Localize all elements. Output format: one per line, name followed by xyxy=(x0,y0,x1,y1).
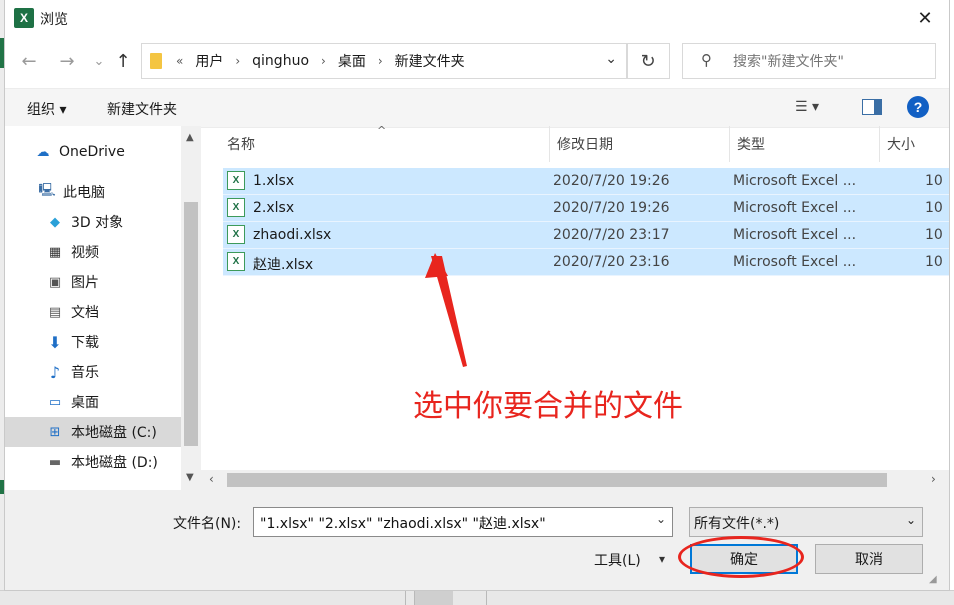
file-type-filter-value: 所有文件(*.*) xyxy=(694,516,780,532)
chevron-right-icon[interactable]: › xyxy=(931,472,936,486)
background-cell xyxy=(405,591,406,605)
hscroll-thumb[interactable] xyxy=(227,473,887,487)
chevron-down-icon[interactable]: ⌄ xyxy=(656,512,666,526)
background-sheet-row xyxy=(0,590,954,605)
background-cell xyxy=(486,591,487,605)
resize-grip-icon[interactable]: ◢ xyxy=(929,574,937,585)
annotation-arrow-head xyxy=(425,253,448,278)
chevron-left-icon[interactable]: ‹ xyxy=(209,472,214,486)
chevron-down-icon: ⌄ xyxy=(905,513,916,527)
tools-menu[interactable]: 工具(L) xyxy=(594,550,641,570)
filename-input[interactable] xyxy=(258,512,652,534)
annotation-highlight-ellipse xyxy=(678,536,804,578)
browse-dialog: X 浏览 ✕ ← → ⌄ ↑ « 用户 › qinghuo › 桌面 › 新建文… xyxy=(5,0,949,590)
file-list-hscrollbar[interactable]: ‹ › xyxy=(201,470,949,490)
background-cell xyxy=(414,591,453,605)
file-type-filter[interactable]: 所有文件(*.*) ⌄ xyxy=(689,507,923,537)
filename-field[interactable]: ⌄ xyxy=(253,507,673,537)
dialog-footer: 文件名(N): ⌄ 所有文件(*.*) ⌄ 工具(L) ▾ 确定 取消 ◢ xyxy=(5,490,949,590)
cancel-button[interactable]: 取消 xyxy=(815,544,923,574)
annotation-text: 选中你要合并的文件 xyxy=(413,389,683,424)
filename-label: 文件名(N): xyxy=(173,516,242,532)
chevron-down-icon[interactable]: ▾ xyxy=(659,552,665,566)
